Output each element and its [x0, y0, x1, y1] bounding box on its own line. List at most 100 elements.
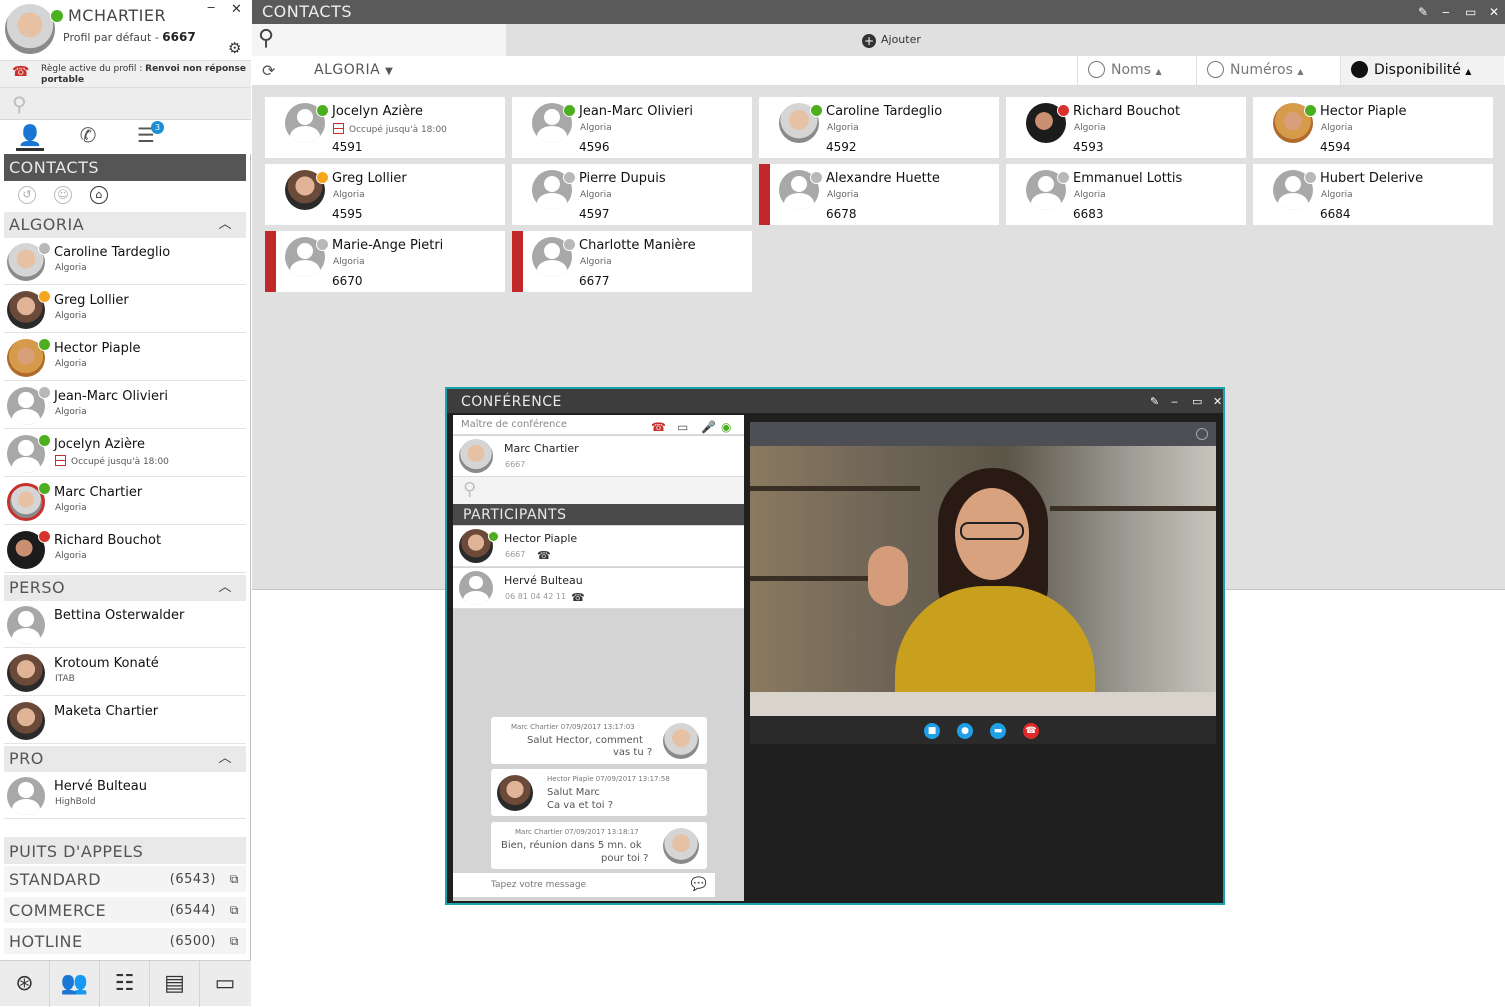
hangup-icon[interactable]: ☎	[651, 417, 666, 437]
call-pit-hotline[interactable]: HOTLINE (6500) ⧉	[4, 928, 246, 955]
tab-contacts[interactable]: 👤	[16, 123, 44, 151]
pin-icon[interactable]: ✎	[1150, 389, 1160, 415]
search-icon: ⚲	[258, 26, 275, 51]
contact-card[interactable]: Jean-Marc Olivieri Algoria 4596	[512, 97, 752, 158]
avatar	[459, 439, 493, 473]
pin-icon[interactable]: ✎	[1418, 0, 1429, 24]
window-icon[interactable]: ▭	[200, 961, 250, 1007]
list-item[interactable]: Maketa Chartier	[4, 697, 246, 744]
contact-card[interactable]: Hubert Delerive Algoria 6684	[1253, 164, 1493, 225]
chevron-up-icon[interactable]: ︿	[218, 575, 232, 601]
sort-numbers-button[interactable]: Numéros ▲	[1196, 56, 1340, 85]
gear-icon[interactable]: ⚙	[228, 39, 241, 57]
sidebar-search[interactable]: ⚲	[0, 88, 251, 120]
contact-card[interactable]: Richard Bouchot Algoria 4593	[1006, 97, 1246, 158]
options-icon[interactable]	[1196, 428, 1208, 440]
refresh-icon[interactable]: ⟳	[262, 61, 275, 80]
conference-title-bar: CONFÉRENCE ✎ ‒ ▭ ✕	[447, 389, 1223, 413]
status-dot	[563, 238, 576, 251]
contact-card[interactable]: Jocelyn Azière Occupé jusqu'à 18:00 4591	[265, 97, 505, 158]
sort-availability-button[interactable]: Disponibilité ▲	[1340, 56, 1504, 85]
list-item[interactable]: Hector Piaple Algoria	[4, 334, 246, 381]
conference-master[interactable]: Marc Chartier 6667	[453, 436, 744, 477]
message-input[interactable]: Tapez votre message 💬	[453, 873, 715, 897]
directory-icon[interactable]: ☷	[100, 961, 150, 1007]
external-link-icon[interactable]: ⧉	[230, 897, 239, 924]
status-dot	[1057, 104, 1070, 117]
messages-badge: 3	[151, 121, 164, 134]
chevron-up-icon[interactable]: ︿	[218, 212, 232, 238]
minimize-icon[interactable]: ‒	[1171, 389, 1179, 415]
maximize-icon[interactable]: ▭	[1192, 389, 1203, 415]
contact-card[interactable]: Pierre Dupuis Algoria 4597	[512, 164, 752, 225]
minimize-icon[interactable]: ‒	[1442, 0, 1450, 24]
chat-icon[interactable]: ▬	[990, 723, 1006, 739]
window-icon[interactable]: ▭	[677, 417, 688, 437]
participant-row[interactable]: Hervé Bulteau 06 81 04 42 11 ☎	[453, 568, 744, 609]
list-item[interactable]: Jocelyn Azière Occupé jusqu'à 18:00	[4, 430, 246, 477]
person-icon[interactable]: ☺	[54, 186, 72, 204]
search-icon: ⚲	[463, 479, 477, 500]
status-dot	[316, 104, 329, 117]
contact-card[interactable]: Charlotte Manière Algoria 6677	[512, 231, 752, 292]
call-pit-standard[interactable]: STANDARD (6543) ⧉	[4, 866, 246, 893]
recent-icon[interactable]: ↺	[18, 186, 36, 204]
contacts-search[interactable]: ⚲	[252, 24, 506, 56]
user-avatar[interactable]	[5, 4, 55, 54]
list-item[interactable]: Krotoum Konaté ITAB	[4, 649, 246, 696]
status-dot	[38, 482, 51, 495]
phone-icon[interactable]: ☎	[537, 549, 551, 562]
active-rule-bar[interactable]: ☎ Règle active du profil : Renvoi non ré…	[0, 60, 251, 88]
close-icon[interactable]: ✕	[1489, 0, 1500, 24]
busy-indicator	[265, 231, 276, 292]
microphone-icon[interactable]: ●	[957, 723, 973, 739]
status-dot	[316, 238, 329, 251]
group-header-perso[interactable]: PERSO ︿	[4, 575, 246, 601]
home-icon[interactable]: ⌂	[90, 186, 108, 204]
contact-card[interactable]: Marie-Ange Pietri Algoria 6670	[265, 231, 505, 292]
webcam-icon[interactable]: ◉	[721, 417, 731, 437]
tab-messages[interactable]: ☰ 3	[132, 121, 164, 151]
chat-message: Marc Chartier 07/09/2017 13:17:03 Salut …	[491, 717, 707, 764]
contact-card[interactable]: Greg Lollier Algoria 4595	[265, 164, 505, 225]
contact-card[interactable]: Hector Piaple Algoria 4594	[1253, 97, 1493, 158]
document-icon[interactable]: ▤	[150, 961, 200, 1007]
list-item[interactable]: Marc Chartier Algoria	[4, 478, 246, 525]
microphone-icon[interactable]: 🎤	[701, 417, 716, 437]
maximize-icon[interactable]: ▭	[1465, 0, 1477, 24]
external-link-icon[interactable]: ⧉	[230, 928, 239, 955]
chevron-up-icon[interactable]: ︿	[218, 746, 232, 772]
list-item[interactable]: Greg Lollier Algoria	[4, 286, 246, 333]
avatar	[459, 571, 493, 605]
minimize-icon[interactable]: ‒	[207, 0, 215, 15]
participant-search[interactable]: ⚲	[453, 477, 744, 504]
call-pit-commerce[interactable]: COMMERCE (6544) ⧉	[4, 897, 246, 924]
status-dot	[810, 171, 823, 184]
group-header-pro[interactable]: PRO ︿	[4, 746, 246, 772]
camera-icon[interactable]: ■	[924, 723, 940, 739]
list-item[interactable]: Richard Bouchot Algoria	[4, 526, 246, 573]
logo-icon[interactable]: ⊛	[0, 961, 50, 1007]
participant-row[interactable]: Hector Piaple 6667 ☎	[453, 526, 744, 567]
close-icon[interactable]: ✕	[1213, 389, 1223, 415]
hangup-icon[interactable]: ☎	[1023, 723, 1039, 739]
directory-select[interactable]: ALGORIA ▼	[314, 62, 393, 78]
list-item[interactable]: Hervé Bulteau HighBold	[4, 772, 246, 819]
profile-label[interactable]: Profil par défaut - 6667	[63, 30, 196, 44]
list-item[interactable]: Bettina Osterwalder	[4, 601, 246, 648]
list-item[interactable]: Caroline Tardeglio Algoria	[4, 238, 246, 285]
group-header-algoria[interactable]: ALGORIA ︿	[4, 212, 246, 238]
sort-names-button[interactable]: Noms ▲	[1077, 56, 1195, 85]
contact-card[interactable]: Emmanuel Lottis Algoria 6683	[1006, 164, 1246, 225]
contact-card[interactable]: Alexandre Huette Algoria 6678	[759, 164, 999, 225]
chat-bubble-icon[interactable]: 💬	[691, 873, 707, 897]
phone-icon[interactable]: ☎	[571, 591, 585, 604]
group-icon[interactable]: 👥	[50, 961, 100, 1007]
tab-call-history[interactable]: ✆	[74, 123, 102, 151]
conference-window: CONFÉRENCE ✎ ‒ ▭ ✕ Maître de conférence …	[445, 387, 1225, 905]
contact-card[interactable]: Caroline Tardeglio Algoria 4592	[759, 97, 999, 158]
external-link-icon[interactable]: ⧉	[230, 866, 239, 893]
add-contact-button[interactable]: + Ajouter	[862, 33, 921, 48]
close-icon[interactable]: ✕	[231, 2, 242, 17]
list-item[interactable]: Jean-Marc Olivieri Algoria	[4, 382, 246, 429]
